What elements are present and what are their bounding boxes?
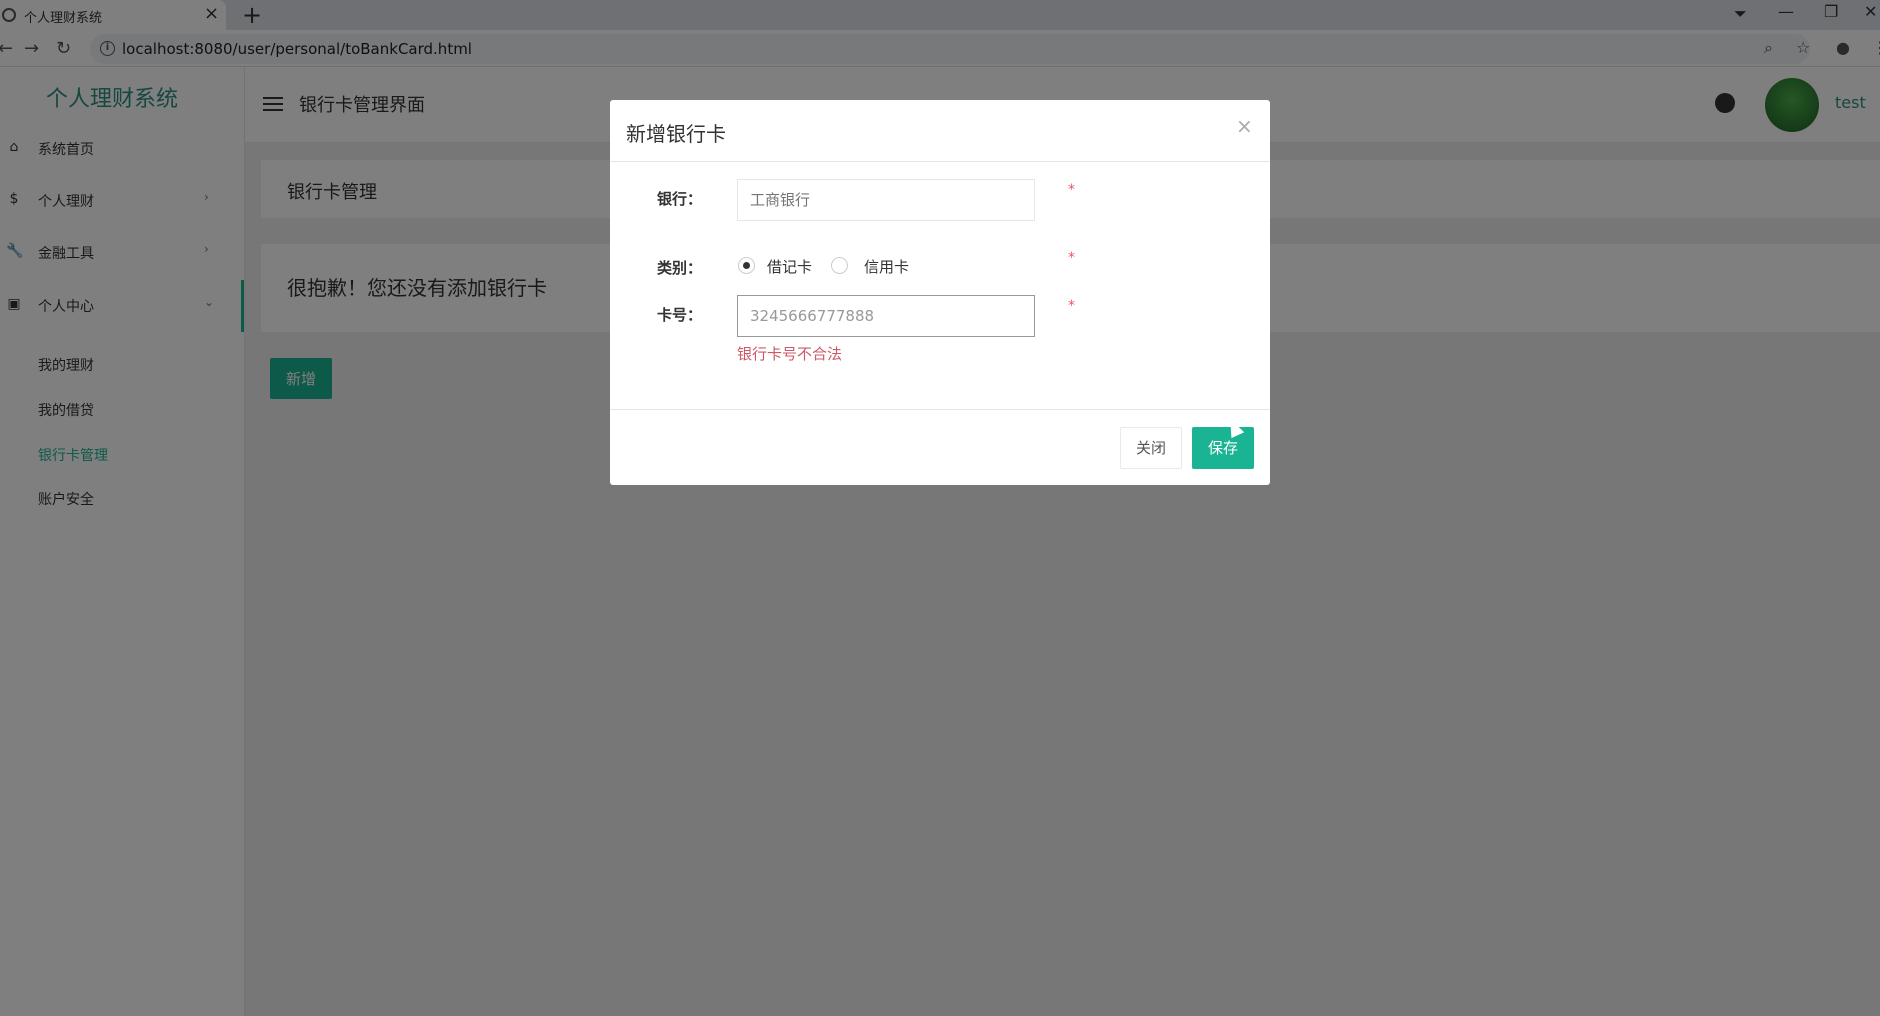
close-icon[interactable]: ×: [1236, 114, 1253, 138]
type-label: 类别：: [657, 259, 703, 277]
required-mark: *: [1068, 250, 1075, 266]
add-bank-card-modal: 新增银行卡 × 银行： * 类别： 借记卡 信用卡 * 卡号： * 银行卡号不合…: [610, 100, 1270, 485]
bank-input[interactable]: [737, 179, 1035, 221]
required-mark: *: [1068, 298, 1075, 314]
modal-title: 新增银行卡: [626, 122, 726, 146]
radio-credit-card[interactable]: [831, 257, 848, 274]
bank-label: 银行：: [657, 190, 703, 208]
divider: [610, 161, 1270, 162]
modal-save-button[interactable]: 保存: [1192, 427, 1254, 469]
card-number-input[interactable]: [737, 295, 1035, 337]
card-number-error: 银行卡号不合法: [737, 345, 843, 363]
divider: [610, 409, 1270, 410]
card-number-label: 卡号：: [657, 306, 703, 324]
radio-label-debit[interactable]: 借记卡: [767, 256, 812, 277]
modal-close-button[interactable]: 关闭: [1120, 427, 1182, 469]
required-mark: *: [1068, 182, 1075, 198]
radio-label-credit[interactable]: 信用卡: [864, 256, 909, 277]
radio-debit-card[interactable]: [738, 257, 755, 274]
